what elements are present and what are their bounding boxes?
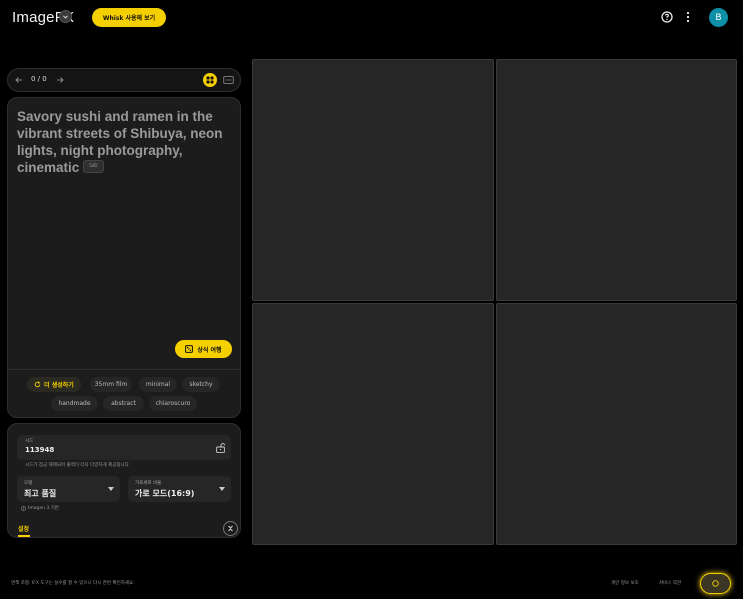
arrow-left-icon[interactable] <box>14 75 24 85</box>
aspect-ratio-value: 가로 모드(16:9) <box>135 489 195 498</box>
model-note-text: Imagen 3 기반 <box>28 506 59 511</box>
arrow-right-icon[interactable] <box>55 75 65 85</box>
single-view-icon[interactable] <box>223 75 234 85</box>
chevron-down-icon <box>108 487 114 491</box>
account-avatar[interactable]: B <box>709 8 728 27</box>
result-counter: 0 / 0 <box>31 75 47 83</box>
grid-view-toggle[interactable] <box>203 73 217 87</box>
surprise-me-button[interactable]: 상식 여행 <box>175 340 232 358</box>
style-chip[interactable]: minimal <box>139 377 177 392</box>
spark-icon <box>712 580 719 587</box>
lock-open-icon[interactable] <box>216 443 225 453</box>
model-select[interactable]: 모델 최고 품질 <box>17 476 120 502</box>
chevron-down-icon[interactable] <box>59 10 72 23</box>
grid-view-icon <box>206 76 214 84</box>
refresh-icon <box>34 381 41 388</box>
style-chip[interactable]: handmade <box>51 396 98 411</box>
top-bar: ImageFX Whisk 사용해 보기 B <box>0 0 743 34</box>
try-whisk-button[interactable]: Whisk 사용해 보기 <box>92 8 166 27</box>
help-icon[interactable] <box>661 11 673 23</box>
terms-link[interactable]: 서비스 약관 <box>659 580 681 586</box>
style-chip[interactable]: sketchy <box>182 377 220 392</box>
regenerate-label: 더 생성하기 <box>44 382 74 389</box>
prompt-panel: Savory sushi and ramen in the vibrant st… <box>7 97 241 418</box>
divider <box>8 369 240 370</box>
dice-icon <box>185 345 194 353</box>
seed-field[interactable]: 시드 113948 <box>17 435 231 460</box>
style-chip[interactable]: chiaroscuro <box>149 396 197 411</box>
model-label: 모델 <box>24 481 33 486</box>
collapse-icon <box>228 525 233 532</box>
aspect-ratio-select[interactable]: 가로세로 비율 가로 모드(16:9) <box>128 476 231 502</box>
feedback-button[interactable] <box>700 573 731 594</box>
style-chip[interactable]: 35mm film <box>90 377 132 392</box>
collapse-button[interactable] <box>223 521 238 536</box>
image-placeholder[interactable] <box>252 303 494 545</box>
tab-settings[interactable]: 설정 <box>18 524 29 533</box>
regenerate-chip[interactable]: 더 생성하기 <box>27 377 81 392</box>
prompt-input[interactable]: Savory sushi and ramen in the vibrant st… <box>17 108 233 176</box>
image-placeholder[interactable] <box>496 59 737 301</box>
image-placeholder[interactable] <box>496 303 737 545</box>
result-navigation-bar: 0 / 0 <box>7 68 241 92</box>
seed-hint: 시드가 잠금 해제되어 출력이 더욱 다양하게 제공됩니다. <box>25 463 131 468</box>
surprise-me-label: 상식 여행 <box>197 346 222 354</box>
aspect-ratio-label: 가로세로 비율 <box>135 481 162 486</box>
seed-value: 113948 <box>25 446 55 454</box>
privacy-link[interactable]: 개인 정보 보호 <box>611 580 639 586</box>
seed-label: 시드 <box>25 439 34 444</box>
tab-hint-chip: tab <box>83 159 104 173</box>
image-placeholder[interactable] <box>252 59 494 301</box>
model-value: 최고 품질 <box>24 489 57 498</box>
style-chip[interactable]: abstract <box>103 396 144 411</box>
tab-indicator <box>18 535 30 537</box>
prompt-text: Savory sushi and ramen in the vibrant st… <box>17 109 223 175</box>
disclaimer: 면책 조항: IFX 도구는 실수를 할 수 있으니 다시 한번 확인하세요. <box>11 581 135 586</box>
settings-panel: 시드 113948 시드가 잠금 해제되어 출력이 더욱 다양하게 제공됩니다.… <box>7 423 241 538</box>
more-vert-icon[interactable] <box>684 11 692 23</box>
model-note: Imagen 3 기반 <box>21 505 59 511</box>
info-icon <box>21 505 26 511</box>
chevron-down-icon <box>219 487 225 491</box>
